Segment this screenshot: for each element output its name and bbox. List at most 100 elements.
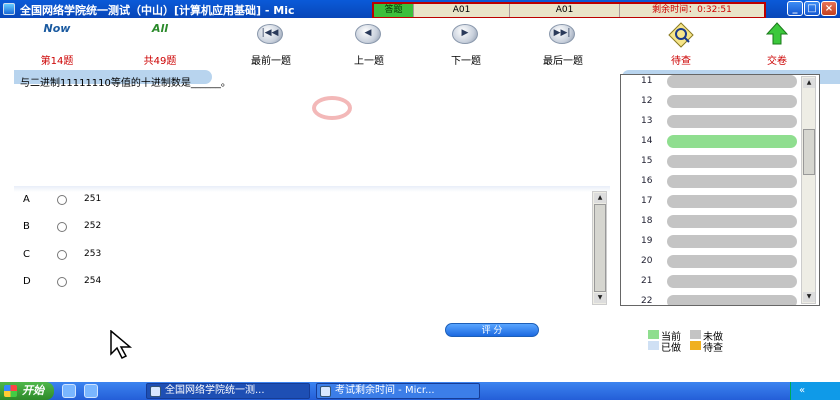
question-list-item-current[interactable]: 14: [621, 132, 801, 152]
review-button[interactable]: 待查: [636, 18, 726, 67]
mouse-cursor-icon: [110, 330, 133, 360]
windows-logo-icon: [4, 385, 17, 397]
score-button[interactable]: 评 分: [445, 323, 539, 337]
question-status-bar: [667, 75, 797, 88]
scroll-down-arrow[interactable]: ▼: [803, 292, 815, 302]
option-letter: D: [23, 276, 31, 287]
last-icon: ▶▶|: [549, 24, 575, 44]
option-letter: A: [23, 194, 30, 205]
review-icon: [668, 22, 694, 48]
next-question-label: 下一题: [451, 56, 481, 67]
review-label: 待查: [671, 56, 691, 67]
question-list-item[interactable]: 13: [621, 112, 801, 132]
last-question-label: 最后一题: [543, 56, 583, 67]
question-number: 19: [641, 236, 653, 246]
question-list-item[interactable]: 22: [621, 292, 801, 306]
legend-swatch: [690, 341, 701, 350]
question-number: 22: [641, 296, 653, 306]
question-text: 与二进制11111110等值的十进制数是______。: [20, 78, 231, 89]
question-status-bar: [667, 95, 797, 108]
scroll-up-arrow[interactable]: ▲: [594, 193, 606, 203]
prev-icon: ◀: [355, 24, 381, 44]
answer-status: 答题: [374, 4, 414, 17]
desktop-quicklaunch-icon[interactable]: [84, 384, 98, 398]
question-status-bar: [667, 275, 797, 288]
option-radio[interactable]: [57, 195, 67, 205]
next-icon: ▶: [452, 24, 478, 44]
first-question-label: 最前一题: [251, 56, 291, 67]
next-question-button[interactable]: ▶ 下一题: [421, 18, 511, 67]
option-value: 252: [84, 221, 102, 231]
question-number: 21: [641, 276, 653, 286]
options-scrollbar[interactable]: ▲ ▼: [592, 191, 607, 305]
question-number: 13: [641, 116, 653, 126]
close-button[interactable]: ×: [821, 1, 837, 16]
legend-swatch: [648, 330, 659, 339]
question-status-bar: [667, 155, 797, 168]
last-question-button[interactable]: ▶▶| 最后一题: [518, 18, 608, 67]
question-list-item[interactable]: 11: [621, 75, 801, 92]
taskbar: 开始 全国网络学院统一测... 考试剩余时间 - Micr... «: [0, 382, 840, 400]
start-button[interactable]: 开始: [0, 382, 54, 400]
question-list-item[interactable]: 19: [621, 232, 801, 252]
submit-exam-button[interactable]: 交卷: [732, 18, 822, 67]
all-questions-button[interactable]: All 共49题: [115, 18, 205, 67]
scroll-thumb[interactable]: [594, 204, 606, 292]
question-list-scrollbar[interactable]: ▲ ▼: [801, 76, 816, 304]
scroll-thumb[interactable]: [803, 129, 815, 175]
question-status-bar: [667, 115, 797, 128]
question-list-item[interactable]: 12: [621, 92, 801, 112]
question-list-item[interactable]: 16: [621, 172, 801, 192]
taskbar-task-exam[interactable]: 全国网络学院统一测...: [146, 383, 310, 399]
question-number: 11: [641, 76, 653, 86]
remaining-time: 剩余时间：0:32:51: [652, 5, 732, 15]
question-number: 12: [641, 96, 653, 106]
question-number: 17: [641, 196, 653, 206]
prev-question-label: 上一题: [354, 56, 384, 67]
task-label: 考试剩余时间 - Micr...: [335, 385, 435, 396]
task-label: 全国网络学院统一测...: [165, 385, 265, 396]
taskbar-task-timer[interactable]: 考试剩余时间 - Micr...: [316, 383, 480, 399]
question-number: 15: [641, 156, 653, 166]
question-list-item[interactable]: 17: [621, 192, 801, 212]
question-status-bar: [667, 235, 797, 248]
option-radio[interactable]: [57, 277, 67, 287]
question-number: 20: [641, 256, 653, 266]
option-radio[interactable]: [57, 250, 67, 260]
system-tray[interactable]: «: [790, 382, 840, 400]
upload-icon: [766, 22, 788, 45]
question-status-bar: [667, 295, 797, 305]
option-radio[interactable]: [57, 222, 67, 232]
option-value: 253: [84, 249, 102, 259]
timer-field-2: A01: [510, 4, 620, 17]
now-icon: Now: [43, 22, 71, 35]
question-status-bar: [667, 175, 797, 188]
minimize-button[interactable]: _: [787, 1, 803, 16]
question-list-item[interactable]: 20: [621, 252, 801, 272]
scroll-up-arrow[interactable]: ▲: [803, 78, 815, 88]
question-list-item[interactable]: 15: [621, 152, 801, 172]
timer-bar: 答题 A01 A01 剩余时间：0:32:51: [372, 2, 766, 19]
total-questions-label: 共49题: [143, 56, 177, 67]
question-number: 16: [641, 176, 653, 186]
question-list-item[interactable]: 21: [621, 272, 801, 292]
first-question-button[interactable]: |◀◀ 最前一题: [226, 18, 316, 67]
all-icon: All: [151, 22, 169, 35]
prev-question-button[interactable]: ◀ 上一题: [324, 18, 414, 67]
question-number: 18: [641, 216, 653, 226]
window-title: 全国网络学院统一测试（中山）[计算机应用基础] - Mic: [20, 4, 295, 17]
current-question-button[interactable]: Now 第14题: [12, 18, 102, 67]
option-value: 251: [84, 194, 102, 204]
legend-text: 已做: [661, 343, 681, 354]
ie-quicklaunch-icon[interactable]: [62, 384, 76, 398]
question-list-item[interactable]: 18: [621, 212, 801, 232]
option-letter: C: [23, 249, 30, 260]
scroll-down-arrow[interactable]: ▼: [594, 293, 606, 303]
current-question-label: 第14题: [40, 56, 74, 67]
maximize-button[interactable]: □: [804, 1, 820, 16]
question-status-bar: [667, 215, 797, 228]
question-status-bar: [667, 135, 797, 148]
question-status-bar: [667, 195, 797, 208]
option-value: 254: [84, 276, 102, 286]
exam-toolbar: Now 第14题 All 共49题 |◀◀ 最前一题 ◀ 上一题 ▶ 下一题 ▶…: [0, 18, 840, 84]
